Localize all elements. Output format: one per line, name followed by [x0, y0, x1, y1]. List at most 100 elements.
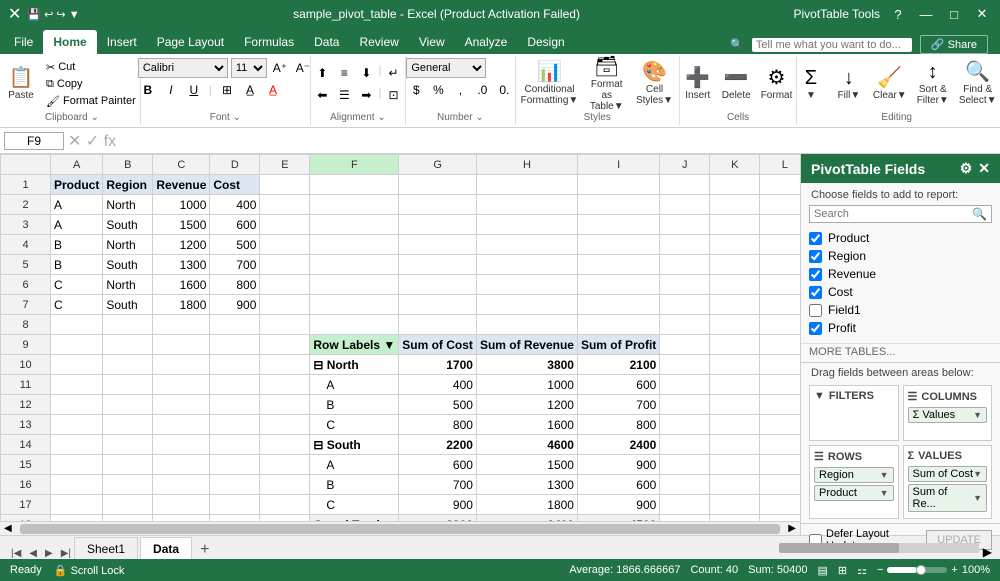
help-search[interactable] — [752, 38, 912, 52]
col-E[interactable]: E — [260, 155, 310, 175]
align-top-button[interactable]: ⬆ — [312, 63, 332, 83]
tab-formulas[interactable]: Formulas — [234, 30, 304, 54]
cell-G15[interactable]: 600 — [399, 455, 477, 475]
view-normal-icon[interactable]: ▤ — [817, 564, 827, 577]
scroll-right-button[interactable]: ▶ — [784, 523, 800, 534]
cell-F17[interactable]: C — [310, 495, 399, 515]
sheet-scroll-right[interactable]: ▶ — [979, 545, 996, 559]
cell-L15[interactable] — [760, 455, 800, 475]
cell-B17[interactable] — [103, 495, 153, 515]
cell-E14[interactable] — [260, 435, 310, 455]
cell-G12[interactable]: 500 — [399, 395, 477, 415]
cell-K7[interactable] — [710, 295, 760, 315]
format-painter-button[interactable]: 🖌 Format Painter — [41, 93, 141, 109]
cell-H3[interactable] — [476, 215, 577, 235]
format-button[interactable]: ⚙ Format — [757, 58, 797, 110]
cell-A16[interactable] — [51, 475, 103, 495]
cell-F16[interactable]: B — [310, 475, 399, 495]
cell-E11[interactable] — [260, 375, 310, 395]
cell-I14[interactable]: 2400 — [577, 435, 659, 455]
font-size-select[interactable]: 11 — [231, 58, 267, 78]
cell-A5[interactable]: B — [51, 255, 103, 275]
cell-D11[interactable] — [210, 375, 260, 395]
font-color-button[interactable]: A̲ — [263, 80, 283, 100]
cell-I12[interactable]: 700 — [577, 395, 659, 415]
cell-H9[interactable]: Sum of Revenue — [476, 335, 577, 355]
cell-H7[interactable] — [476, 295, 577, 315]
cell-K6[interactable] — [710, 275, 760, 295]
cell-F6[interactable] — [310, 275, 399, 295]
cell-C11[interactable] — [153, 375, 210, 395]
find-select-button[interactable]: 🔍 Find &Select▼ — [955, 58, 1000, 110]
cell-D12[interactable] — [210, 395, 260, 415]
bold-button[interactable]: B — [138, 80, 158, 100]
cell-H15[interactable]: 1500 — [476, 455, 577, 475]
cell-I2[interactable] — [577, 195, 659, 215]
cell-H4[interactable] — [476, 235, 577, 255]
share-button[interactable]: 🔗 Share — [920, 35, 988, 54]
cut-button[interactable]: ✂ Cut — [41, 59, 141, 75]
cell-J1[interactable] — [660, 175, 710, 195]
cell-B10[interactable] — [103, 355, 153, 375]
cell-K2[interactable] — [710, 195, 760, 215]
zoom-level[interactable]: 100% — [962, 564, 990, 576]
cell-C8[interactable] — [153, 315, 210, 335]
pivot-column-values-tag[interactable]: Σ Values ▼ — [908, 407, 988, 423]
format-as-table-button[interactable]: 🗃 Format asTable▼ — [582, 58, 631, 110]
cell-L12[interactable] — [760, 395, 800, 415]
view-pagebreak-icon[interactable]: ⚏ — [857, 564, 867, 577]
col-A[interactable]: A — [51, 155, 103, 175]
cell-G5[interactable] — [399, 255, 477, 275]
cell-C14[interactable] — [153, 435, 210, 455]
cell-D14[interactable] — [210, 435, 260, 455]
cell-L16[interactable] — [760, 475, 800, 495]
cell-F7[interactable] — [310, 295, 399, 315]
cell-E15[interactable] — [260, 455, 310, 475]
col-H[interactable]: H — [476, 155, 577, 175]
cell-J17[interactable] — [660, 495, 710, 515]
decrease-decimal-button[interactable]: 0. — [494, 80, 514, 100]
col-C[interactable]: C — [153, 155, 210, 175]
pivot-field-cost-checkbox[interactable] — [809, 286, 822, 299]
cell-L11[interactable] — [760, 375, 800, 395]
cell-G16[interactable]: 700 — [399, 475, 477, 495]
cell-J9[interactable] — [660, 335, 710, 355]
horizontal-sheet-scroll[interactable] — [779, 543, 979, 553]
cell-H17[interactable]: 1800 — [476, 495, 577, 515]
cell-I16[interactable]: 600 — [577, 475, 659, 495]
sheet-next-arrow[interactable]: ▶ — [42, 548, 56, 559]
pivot-close-icon[interactable]: ✕ — [978, 160, 990, 177]
cell-G1[interactable] — [399, 175, 477, 195]
cell-D1[interactable]: Cost — [210, 175, 260, 195]
cell-B1[interactable]: Region — [103, 175, 153, 195]
maximize-button[interactable]: □ — [944, 4, 964, 24]
cell-B12[interactable] — [103, 395, 153, 415]
cell-F9[interactable]: Row Labels ▼ — [310, 335, 399, 355]
zoom-slider[interactable] — [887, 567, 947, 573]
cell-B2[interactable]: North — [103, 195, 153, 215]
cell-L7[interactable] — [760, 295, 800, 315]
tab-file[interactable]: File — [4, 30, 43, 54]
cell-F12[interactable]: B — [310, 395, 399, 415]
cell-L14[interactable] — [760, 435, 800, 455]
sort-filter-button[interactable]: ↕ Sort &Filter▼ — [913, 58, 953, 110]
cell-E2[interactable] — [260, 195, 310, 215]
cell-G9[interactable]: Sum of Cost — [399, 335, 477, 355]
sheet-last-arrow[interactable]: ▶| — [58, 548, 74, 559]
cell-H11[interactable]: 1000 — [476, 375, 577, 395]
cell-E4[interactable] — [260, 235, 310, 255]
cell-G4[interactable] — [399, 235, 477, 255]
cell-K16[interactable] — [710, 475, 760, 495]
cell-H5[interactable] — [476, 255, 577, 275]
clear-button[interactable]: 🧹 Clear▼ — [869, 58, 911, 110]
cell-L6[interactable] — [760, 275, 800, 295]
cell-H12[interactable]: 1200 — [476, 395, 577, 415]
cell-K15[interactable] — [710, 455, 760, 475]
cell-A6[interactable]: C — [51, 275, 103, 295]
cell-I10[interactable]: 2100 — [577, 355, 659, 375]
cell-K3[interactable] — [710, 215, 760, 235]
cell-B6[interactable]: North — [103, 275, 153, 295]
cell-J5[interactable] — [660, 255, 710, 275]
cell-D2[interactable]: 400 — [210, 195, 260, 215]
cell-E8[interactable] — [260, 315, 310, 335]
